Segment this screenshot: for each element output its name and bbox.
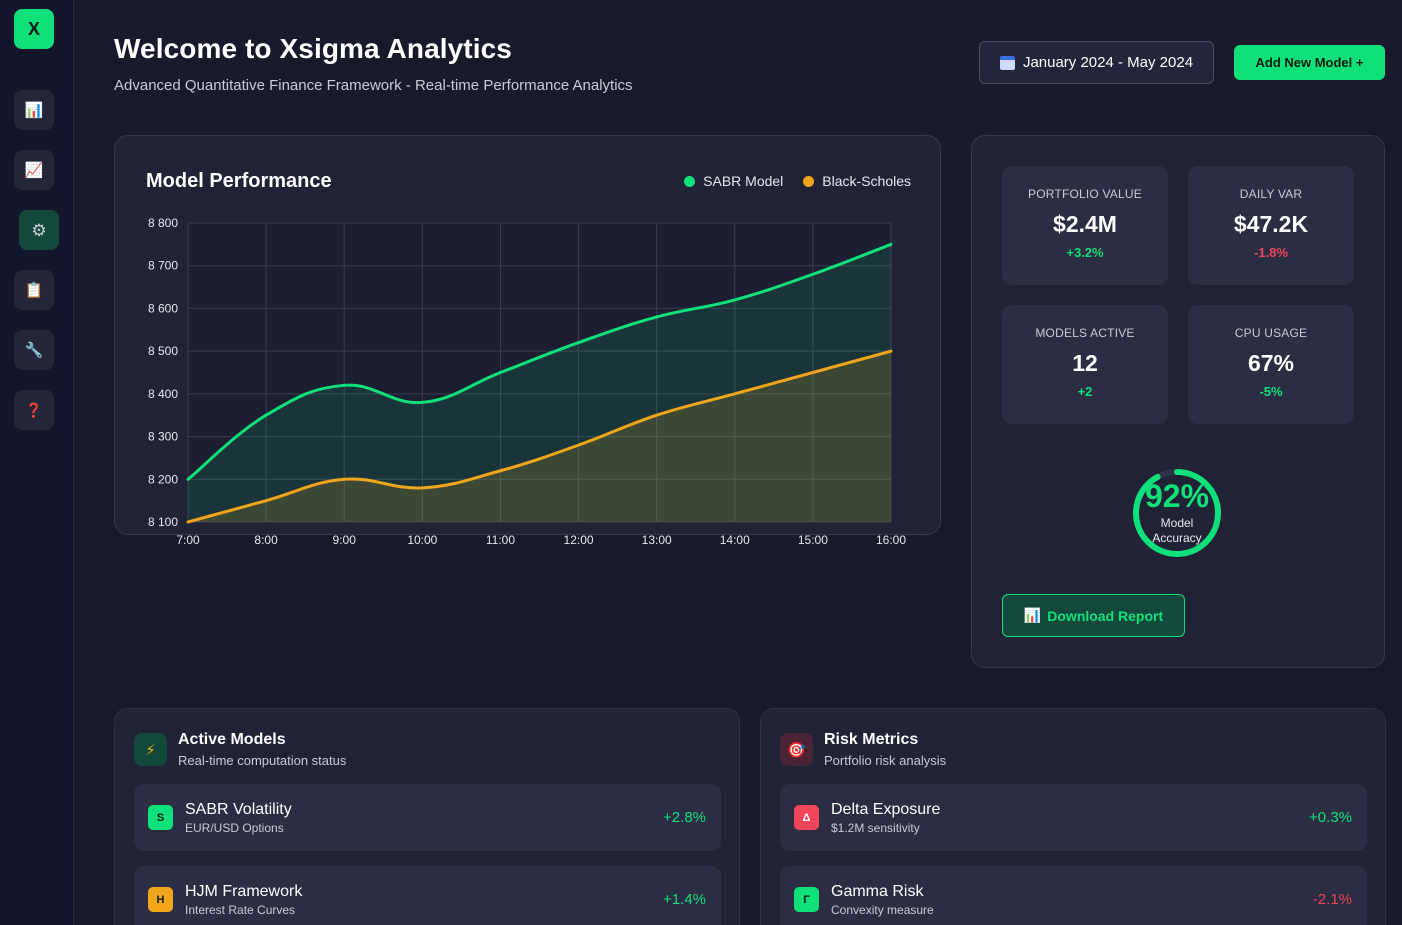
row-badge: Γ [794, 887, 819, 912]
date-range-button[interactable]: January 2024 - May 2024 [979, 41, 1214, 84]
add-new-model-button[interactable]: Add New Model + [1234, 45, 1385, 80]
x-tick-label: 14:00 [720, 533, 750, 547]
sidebar: X 📊 📈 ⚙ 📋 🔧 ❓ [0, 0, 74, 925]
active-models-panel: ⚡ Active Models Real-time computation st… [114, 708, 740, 925]
legend-item-sabr[interactable]: SABR Model [684, 173, 783, 189]
chart-title: Model Performance [146, 170, 332, 192]
bar-chart-icon: 📊 [24, 101, 44, 119]
accuracy-label-line1: Model [1160, 516, 1194, 530]
accuracy-readout: 92% Model Accuracy [1131, 480, 1223, 546]
sidebar-item-analytics[interactable]: 📈 [14, 150, 54, 190]
row-change: +0.3% [1309, 809, 1352, 826]
stat-label: Portfolio Value [1028, 187, 1142, 201]
stat-change: +3.2% [1066, 245, 1104, 260]
sidebar-item-tools[interactable]: 🔧 [14, 330, 54, 370]
row-name: SABR Volatility [185, 801, 292, 818]
calendar-icon [999, 55, 1015, 70]
gear-icon: ⚙ [31, 220, 47, 240]
stat-change: -1.8% [1254, 245, 1288, 260]
stat-value: $2.4M [1053, 211, 1117, 237]
chart-legend: SABR Model Black-Scholes [684, 173, 911, 189]
sidebar-item-dashboard[interactable]: 📊 [14, 90, 54, 130]
panel-subtitle: Portfolio risk analysis [824, 753, 947, 768]
row-change: +2.8% [663, 809, 706, 826]
accuracy-percent: 92% [1144, 478, 1210, 514]
x-tick-label: 9:00 [333, 533, 357, 547]
stat-portfolio-value: Portfolio Value $2.4M +3.2% [1002, 166, 1168, 285]
x-tick-label: 8:00 [254, 533, 278, 547]
date-range-label: January 2024 - May 2024 [1022, 54, 1194, 71]
row-desc: Convexity measure [831, 903, 934, 917]
sidebar-item-help[interactable]: ❓ [14, 390, 54, 430]
y-tick-label: 8 800 [148, 216, 178, 230]
stat-value: $47.2K [1233, 211, 1309, 237]
clipboard-icon: 📋 [24, 281, 44, 299]
sidebar-item-reports[interactable]: 📋 [14, 270, 54, 310]
app-logo[interactable]: X [14, 9, 54, 49]
target-icon: 🎯 [780, 733, 813, 766]
x-tick-label: 10:00 [407, 533, 437, 547]
sidebar-item-settings[interactable]: ⚙ [19, 210, 59, 250]
stat-value: 67% [1247, 350, 1295, 376]
stat-cpu-usage: CPU Usage 67% -5% [1188, 305, 1354, 424]
x-tick-label: 11:00 [486, 533, 515, 547]
y-tick-label: 8 400 [148, 387, 178, 401]
line-chart-icon: 📈 [24, 161, 44, 179]
list-item[interactable]: Γ Gamma Risk Convexity measure -2.1% [780, 866, 1367, 925]
x-tick-label: 7:00 [176, 533, 200, 547]
page-subtitle: Advanced Quantitative Finance Framework … [114, 77, 633, 94]
download-report-label: Download Report [1047, 607, 1164, 624]
bar-chart-icon: 📊 [1023, 607, 1042, 623]
y-tick-label: 8 700 [148, 259, 178, 273]
row-name: HJM Framework [185, 883, 303, 900]
x-tick-label: 13:00 [642, 533, 672, 547]
list-item[interactable]: S SABR Volatility EUR/USD Options +2.8% [134, 784, 721, 851]
x-tick-label: 12:00 [564, 533, 594, 547]
x-tick-label: 16:00 [876, 533, 906, 547]
panel-title: Active Models [178, 731, 286, 748]
y-tick-label: 8 500 [148, 344, 178, 358]
panel-subtitle: Real-time computation status [178, 753, 347, 768]
stat-label: CPU Usage [1234, 326, 1308, 340]
question-icon: ❓ [25, 402, 43, 418]
y-tick-label: 8 300 [148, 430, 178, 444]
legend-dot-sabr [684, 175, 696, 187]
legend-dot-black-scholes [803, 175, 815, 187]
download-report-button[interactable]: 📊 Download Report [1002, 594, 1185, 637]
stat-models-active: Models Active 12 +2 [1002, 305, 1168, 424]
row-desc: Interest Rate Curves [185, 903, 296, 917]
stat-change: -5% [1259, 384, 1283, 399]
panel-title: Risk Metrics [824, 731, 919, 748]
page-title: Welcome to Xsigma Analytics [114, 33, 512, 64]
legend-item-black-scholes[interactable]: Black-Scholes [803, 173, 911, 189]
list-item[interactable]: Δ Delta Exposure $1.2M sensitivity +0.3% [780, 784, 1367, 851]
risk-metrics-panel: 🎯 Risk Metrics Portfolio risk analysis Δ… [760, 708, 1386, 925]
lightning-icon: ⚡ [134, 733, 167, 766]
row-name: Gamma Risk [831, 883, 924, 900]
stat-label: Daily VaR [1239, 187, 1303, 201]
row-desc: $1.2M sensitivity [831, 821, 920, 835]
row-desc: EUR/USD Options [185, 821, 284, 835]
y-tick-label: 8 200 [148, 472, 178, 486]
legend-label-black-scholes: Black-Scholes [822, 173, 911, 189]
row-badge: H [148, 887, 173, 912]
list-item[interactable]: H HJM Framework Interest Rate Curves +1.… [134, 866, 721, 925]
stat-daily-var: Daily VaR $47.2K -1.8% [1188, 166, 1354, 285]
x-tick-label: 15:00 [798, 533, 828, 547]
performance-chart: 8 800 8 700 8 600 8 500 8 400 8 300 8 200 8 100… [148, 216, 906, 547]
stat-value: 12 [1072, 350, 1098, 376]
row-change: +1.4% [663, 891, 706, 908]
row-badge: Δ [794, 805, 819, 830]
row-name: Delta Exposure [831, 801, 941, 818]
stat-label: Models Active [1035, 326, 1135, 340]
row-badge: S [148, 805, 173, 830]
y-tick-label: 8 100 [148, 515, 178, 529]
legend-label-sabr: SABR Model [703, 173, 784, 189]
stat-change: +2 [1077, 384, 1093, 399]
accuracy-label-line2: Accuracy [1152, 531, 1202, 545]
y-tick-label: 8 600 [148, 301, 178, 315]
row-change: -2.1% [1312, 891, 1352, 908]
wrench-icon: 🔧 [24, 341, 44, 359]
